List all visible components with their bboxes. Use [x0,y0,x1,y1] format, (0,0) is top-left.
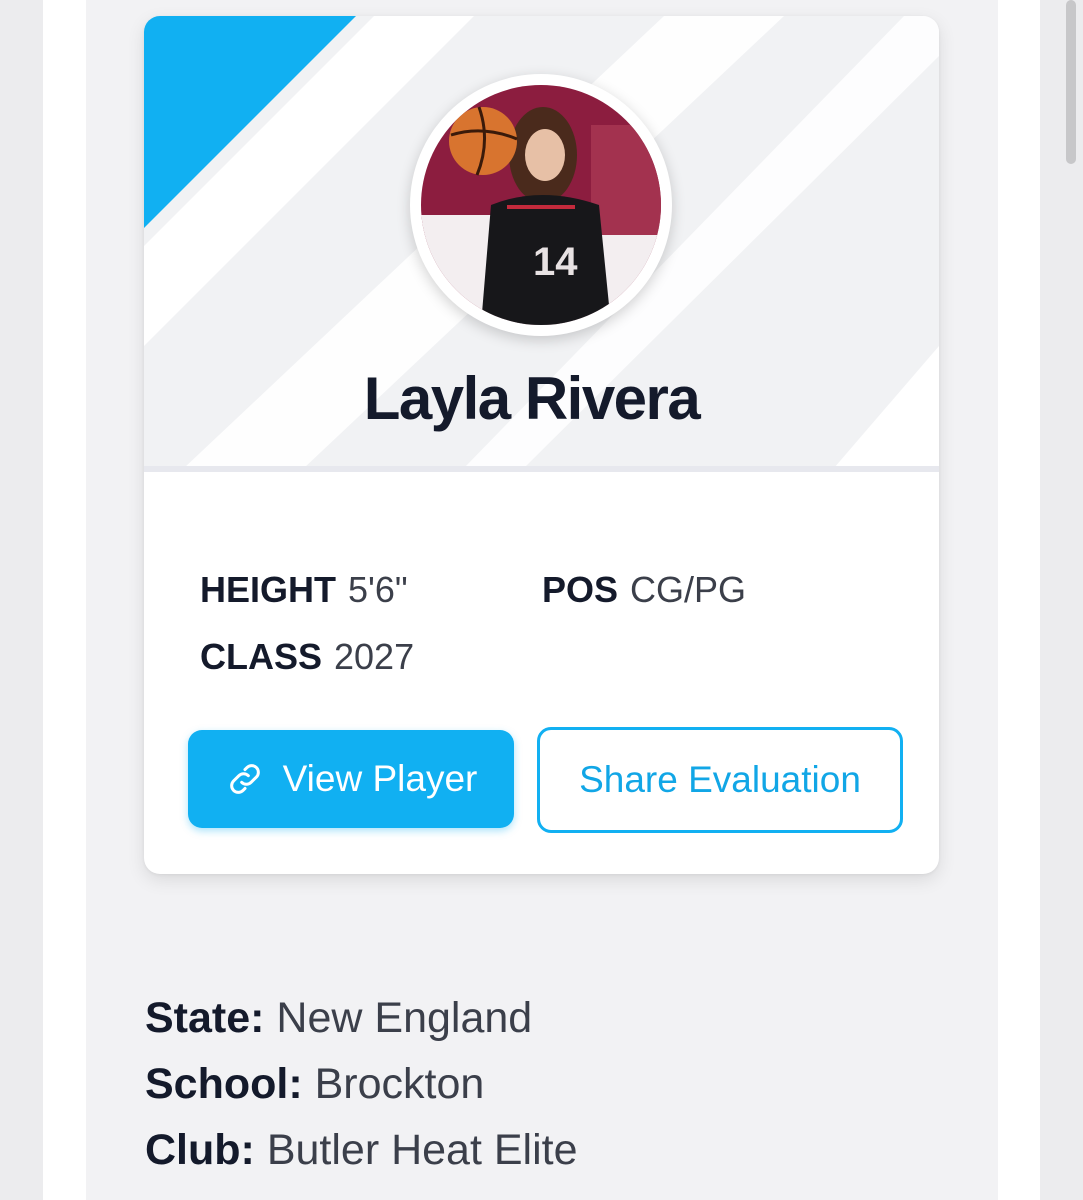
info-school: School: Brockton [145,1060,484,1109]
view-player-label: View Player [282,758,478,799]
player-photo: 14 [421,85,661,325]
info-school-label: School: [145,1060,303,1108]
scrollbar-thumb[interactable] [1066,0,1076,164]
stat-position: POS CG/PG [542,569,746,611]
share-evaluation-button[interactable]: Share Evaluation [537,727,903,833]
card-header: 14 Layla Rivera [144,16,939,468]
view-player-button[interactable]: View Player [188,730,514,828]
link-icon [225,759,265,799]
stat-position-label: POS [542,569,619,610]
header-divider [144,466,939,472]
stat-class-value: 2027 [334,636,415,677]
player-avatar: 14 [410,74,672,336]
stat-height: HEIGHT 5'6" [200,569,408,611]
info-club: Club: Butler Heat Elite [145,1126,578,1175]
player-card: 14 Layla Rivera HEIGHT 5'6" POS CG/PG CLAS… [144,16,939,874]
page: 14 Layla Rivera HEIGHT 5'6" POS CG/PG CLAS… [0,0,1083,1200]
share-evaluation-label: Share Evaluation [579,759,861,800]
stat-height-value: 5'6" [348,569,408,610]
info-state-value: New England [276,994,533,1042]
stat-class-label: CLASS [200,636,323,677]
info-club-label: Club: [145,1126,255,1174]
info-state-label: State: [145,994,265,1042]
svg-text:14: 14 [533,240,578,284]
info-state: State: New England [145,994,532,1043]
info-club-value: Butler Heat Elite [266,1126,578,1174]
stat-class: CLASS 2027 [200,636,414,678]
player-name: Layla Rivera [363,365,701,432]
stat-position-value: CG/PG [630,569,747,610]
stat-height-label: HEIGHT [200,569,337,610]
info-school-value: Brockton [314,1060,485,1108]
